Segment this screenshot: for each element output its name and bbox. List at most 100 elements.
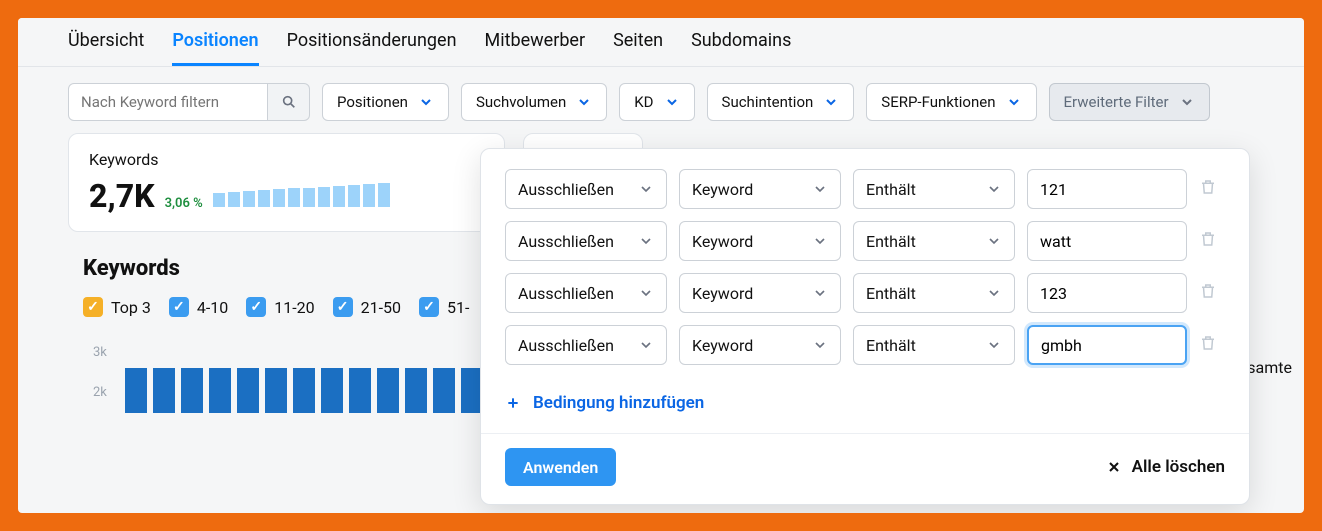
chevron-down-icon <box>1006 94 1022 110</box>
legend-item[interactable]: ✓11-20 <box>246 297 314 317</box>
checkbox-icon: ✓ <box>419 297 439 317</box>
checkbox-icon: ✓ <box>246 297 266 317</box>
tab-pages[interactable]: Seiten <box>613 30 663 66</box>
chevron-down-icon <box>638 337 654 353</box>
card-keywords-value: 2,7K <box>89 177 155 215</box>
filter-serp[interactable]: SERP-Funktionen <box>866 83 1036 121</box>
value-input[interactable] <box>1027 273 1187 313</box>
delete-condition-button[interactable] <box>1199 230 1217 252</box>
bar <box>405 368 427 413</box>
bar <box>349 368 371 413</box>
bar <box>181 368 203 413</box>
operator-select[interactable]: Enthält <box>853 221 1015 261</box>
chevron-down-icon <box>638 285 654 301</box>
clear-all-button[interactable]: Alle löschen <box>1106 457 1225 477</box>
chevron-down-icon <box>812 285 828 301</box>
mode-select[interactable]: Ausschließen <box>505 169 667 209</box>
chevron-down-icon <box>812 181 828 197</box>
bar <box>433 368 455 413</box>
tab-positions[interactable]: Positionen <box>172 30 258 66</box>
bar <box>125 368 147 413</box>
trash-icon <box>1199 334 1217 352</box>
trash-icon <box>1199 282 1217 300</box>
app-inner: Übersicht Positionen Positionsänderungen… <box>18 18 1304 513</box>
field-select[interactable]: Keyword <box>679 325 841 365</box>
filter-intent[interactable]: Suchintention <box>707 83 855 121</box>
chevron-down-icon <box>812 337 828 353</box>
search-icon <box>281 94 297 110</box>
sparkline <box>213 183 390 207</box>
filter-condition-row: Ausschließen Keyword Enthält <box>505 325 1225 365</box>
add-condition-button[interactable]: Bedingung hinzufügen <box>481 385 1249 433</box>
legend-item[interactable]: ✓ 51- <box>419 297 469 317</box>
bar <box>293 368 315 413</box>
trash-icon <box>1199 230 1217 248</box>
legend-item[interactable]: ✓21-50 <box>333 297 401 317</box>
close-icon <box>1106 459 1122 475</box>
legend-label: 4-10 <box>197 298 228 317</box>
checkbox-icon: ✓ <box>83 297 103 317</box>
legend-label: 51- <box>447 298 469 317</box>
apply-button[interactable]: Anwenden <box>505 448 616 486</box>
delete-condition-button[interactable] <box>1199 178 1217 200</box>
bar <box>321 368 343 413</box>
chevron-down-icon <box>812 233 828 249</box>
bar <box>209 368 231 413</box>
filter-volume[interactable]: Suchvolumen <box>461 83 607 121</box>
chevron-down-icon <box>823 94 839 110</box>
chevron-down-icon <box>418 94 434 110</box>
card-keywords-label: Keywords <box>89 150 484 169</box>
operator-select[interactable]: Enthält <box>853 325 1015 365</box>
value-input[interactable] <box>1027 325 1187 365</box>
trash-icon <box>1199 178 1217 196</box>
tab-bar: Übersicht Positionen Positionsänderungen… <box>18 18 1304 67</box>
chevron-down-icon <box>638 181 654 197</box>
chevron-down-icon <box>986 337 1002 353</box>
app-frame: Übersicht Positionen Positionsänderungen… <box>18 18 1304 513</box>
chevron-down-icon <box>638 233 654 249</box>
filter-positions[interactable]: Positionen <box>322 83 449 121</box>
delete-condition-button[interactable] <box>1199 282 1217 304</box>
filter-condition-row: Ausschließen Keyword Enthält <box>505 169 1225 209</box>
legend-label: 21-50 <box>361 298 401 317</box>
bar <box>265 368 287 413</box>
filter-conditions: Ausschließen Keyword Enthält Ausschließen Ke… <box>481 149 1249 385</box>
field-select[interactable]: Keyword <box>679 169 841 209</box>
mode-select[interactable]: Ausschließen <box>505 325 667 365</box>
filter-advanced[interactable]: Erweiterte Filter <box>1049 83 1210 121</box>
filter-bar: Positionen Suchvolumen KD Suchintention … <box>18 67 1304 133</box>
search-box <box>68 83 310 121</box>
tab-competitors[interactable]: Mitbewerber <box>485 30 586 66</box>
bar <box>377 368 399 413</box>
chevron-down-icon <box>986 181 1002 197</box>
mode-select[interactable]: Ausschließen <box>505 273 667 313</box>
bar <box>237 368 259 413</box>
filter-condition-row: Ausschließen Keyword Enthält <box>505 273 1225 313</box>
tab-position-changes[interactable]: Positionsänderungen <box>287 30 457 66</box>
checkbox-icon: ✓ <box>169 297 189 317</box>
value-input[interactable] <box>1027 169 1187 209</box>
chevron-down-icon <box>664 94 680 110</box>
filter-kd[interactable]: KD <box>619 83 694 121</box>
chevron-down-icon <box>1179 94 1195 110</box>
search-button[interactable] <box>268 83 310 121</box>
legend-item[interactable]: ✓Top 3 <box>83 297 151 317</box>
chevron-down-icon <box>576 94 592 110</box>
chevron-down-icon <box>986 285 1002 301</box>
bar <box>153 368 175 413</box>
value-input[interactable] <box>1027 221 1187 261</box>
mode-select[interactable]: Ausschließen <box>505 221 667 261</box>
operator-select[interactable]: Enthält <box>853 169 1015 209</box>
tab-subdomains[interactable]: Subdomains <box>691 30 791 66</box>
tab-overview[interactable]: Übersicht <box>68 30 144 66</box>
advanced-filter-popup: Ausschließen Keyword Enthält Ausschließen Ke… <box>480 148 1250 505</box>
operator-select[interactable]: Enthält <box>853 273 1015 313</box>
field-select[interactable]: Keyword <box>679 273 841 313</box>
legend-item[interactable]: ✓ 4-10 <box>169 297 228 317</box>
y-tick-3k: 3k <box>93 345 107 360</box>
card-keywords: Keywords 2,7K 3,06 % <box>68 133 505 232</box>
delete-condition-button[interactable] <box>1199 334 1217 356</box>
field-select[interactable]: Keyword <box>679 221 841 261</box>
filter-condition-row: Ausschließen Keyword Enthält <box>505 221 1225 261</box>
search-input[interactable] <box>68 83 268 121</box>
